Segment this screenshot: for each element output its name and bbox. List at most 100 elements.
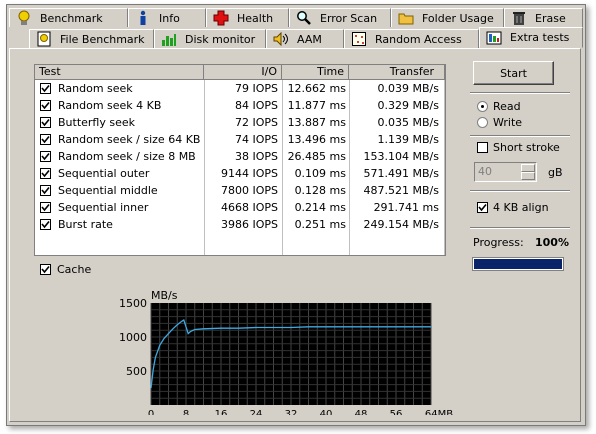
align-label: 4 KB align [493,201,549,214]
row-checkbox[interactable] [40,168,51,179]
row-checkbox[interactable] [40,100,51,111]
progress-bar [472,257,564,271]
tab-random-access[interactable]: Random Access [344,29,479,48]
cache-checkbox[interactable] [40,264,51,275]
table-row[interactable]: Random seek / size 64 KB 74 IOPS 13.496 ms… [35,131,445,148]
tab-label: Benchmark [40,11,103,25]
test-name: Sequential outer [58,167,150,180]
tab-health[interactable]: Health [206,8,289,27]
x-tick-label: 64MB [425,409,453,415]
tab-error-scan[interactable]: Error Scan [289,8,391,27]
check-icon [478,203,487,212]
io-value: 4668 IOPS [220,201,278,214]
transfer-value: 0.035 MB/s [377,116,439,129]
row-checkbox[interactable] [40,202,51,213]
check-icon [41,220,50,229]
x-tick-label: 0 [148,409,154,415]
table-row[interactable]: Random seek 79 IOPS 12.662 ms 0.039 MB/s [35,80,445,97]
table-row[interactable]: Random seek 4 KB 84 IOPS 11.877 ms 0.329 MB… [35,97,445,114]
test-name: Random seek / size 64 KB [58,133,201,146]
transfer-value: 291.741 ms [373,201,439,214]
test-name: Burst rate [58,218,113,231]
test-name: Sequential middle [58,184,158,197]
y-tick-label: 1000 [119,331,147,344]
short-stroke-spinbox[interactable]: 40 [474,162,537,182]
start-button[interactable]: Start [473,61,554,85]
tab-aam[interactable]: AAM [266,29,344,48]
progress-fill [474,259,562,269]
io-value: 7800 IOPS [220,184,278,197]
progress-label: Progress: [473,236,524,249]
tab-label: Extra tests [510,31,570,44]
write-radio[interactable] [477,117,488,128]
column-header-time[interactable]: Time [282,65,349,80]
file-bulb-icon [36,31,52,47]
speaker-icon [273,31,289,47]
check-icon [41,135,50,144]
transfer-chart: 1500 1000 500 MB/s 0 8 16 24 32 40 48 56 64MB [107,283,457,420]
tab-folder-usage[interactable]: Folder Usage [391,8,504,27]
row-checkbox[interactable] [40,117,51,128]
tab-disk-monitor[interactable]: Disk monitor [154,29,266,48]
column-header-test[interactable]: Test [35,65,204,80]
bulb-icon [16,10,32,26]
stacked-bars-icon [486,30,502,46]
tab-label: Folder Usage [422,11,494,25]
x-tick-label: 32 [285,409,298,415]
time-value: 0.251 ms [294,218,346,231]
time-value: 26.485 ms [287,150,346,163]
transfer-value: 1.139 MB/s [377,133,439,146]
column-header-io[interactable]: I/O [204,65,282,80]
table-row[interactable]: Sequential outer 9144 IOPS 0.109 ms 571.491… [35,165,445,182]
column-header-transfer[interactable]: Transfer [349,65,445,80]
table-row[interactable]: Butterfly seek 72 IOPS 13.887 ms 0.035 MB/s [35,114,445,131]
spin-down-icon[interactable] [521,172,535,180]
time-value: 13.887 ms [287,116,346,129]
spin-up-icon[interactable] [521,164,535,172]
tab-label: File Benchmark [60,32,145,46]
check-icon [41,118,50,127]
results-table: Test I/O Time Transfer Random seek 79 IOP… [34,64,446,256]
transfer-value: 487.521 MB/s [363,184,439,197]
tab-extra-tests[interactable]: Extra tests [479,27,583,48]
row-checkbox[interactable] [40,151,51,162]
io-value: 72 IOPS [234,116,278,129]
test-name: Sequential inner [58,201,149,214]
tab-benchmark[interactable]: Benchmark [9,8,128,27]
tab-info[interactable]: Info [128,8,206,27]
io-value: 9144 IOPS [220,167,278,180]
x-tick-label: 48 [355,409,368,415]
align-checkbox[interactable] [477,202,488,213]
bottom-tab-row: File Benchmark Disk monitor AAM Random A… [7,27,585,48]
transfer-value: 0.039 MB/s [377,82,439,95]
row-checkbox[interactable] [40,134,51,145]
read-radio[interactable] [477,101,488,112]
row-checkbox[interactable] [40,185,51,196]
x-tick-label: 40 [320,409,333,415]
transfer-value: 0.329 MB/s [377,99,439,112]
row-checkbox[interactable] [40,83,51,94]
io-value: 79 IOPS [234,82,278,95]
short-stroke-value: 40 [478,165,492,178]
time-value: 0.214 ms [294,201,346,214]
info-icon [135,10,151,26]
table-row[interactable]: Random seek / size 8 MB 38 IOPS 26.485 ms 1… [35,148,445,165]
tab-label: AAM [297,32,322,46]
health-cross-icon [213,10,229,26]
check-icon [41,203,50,212]
tab-file-benchmark[interactable]: File Benchmark [29,29,154,48]
tab-label: Erase [535,11,566,25]
tab-label: Random Access [375,32,462,46]
short-stroke-checkbox[interactable] [477,142,488,153]
row-checkbox[interactable] [40,219,51,230]
table-row[interactable]: Burst rate 3986 IOPS 0.251 ms 249.154 MB/s [35,216,445,233]
check-icon [41,84,50,93]
table-row[interactable]: Sequential inner 4668 IOPS 0.214 ms 291.741… [35,199,445,216]
time-value: 13.496 ms [287,133,346,146]
tab-erase[interactable]: Erase [504,8,583,27]
table-row[interactable]: Sequential middle 7800 IOPS 0.128 ms 487.52… [35,182,445,199]
time-value: 12.662 ms [287,82,346,95]
tab-label: Disk monitor [185,32,256,46]
test-name: Random seek 4 KB [58,99,162,112]
time-value: 11.877 ms [287,99,346,112]
